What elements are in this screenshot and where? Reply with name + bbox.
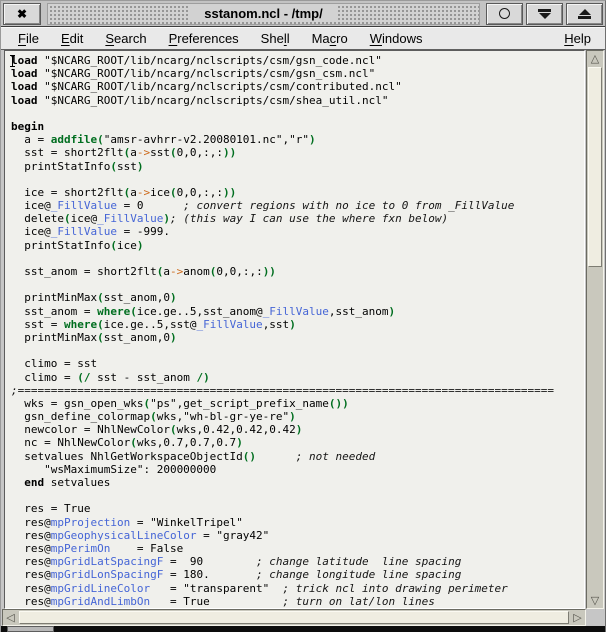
editor-window: ✖ sstanom.ncl - /tmp/ File Edit Search Pref… [0, 0, 606, 632]
code-line: sst_anom = where(ice.ge..5,sst_anom@_Fil… [11, 304, 396, 318]
title-area: sstanom.ncl - /tmp/ [47, 2, 480, 25]
circle-icon [499, 8, 510, 19]
code-line: "wsMaximumSize": 200000000 [11, 462, 217, 476]
scroll-down-button[interactable]: ▽ [587, 593, 603, 608]
code-line: res@mpGridLineColor = "transparent" ; tr… [11, 581, 508, 595]
menu-windows[interactable]: Windows [359, 29, 434, 48]
bottom-scroll-row: ◁ ▷ [1, 609, 605, 626]
code-line: printStatInfo(sst) [11, 159, 144, 173]
triangle-down-icon: ▽ [590, 594, 600, 607]
code-line: res@mpPerimOn = False [11, 541, 184, 555]
code-line: climo = sst [11, 357, 98, 371]
code-line: load "$NCARG_ROOT/lib/ncarg/nclscripts/c… [11, 93, 389, 107]
code-lines: load "$NCARG_ROOT/lib/ncarg/nclscripts/c… [11, 54, 584, 608]
menu-help[interactable]: Help [560, 29, 595, 48]
menu-edit[interactable]: Edit [50, 29, 94, 48]
main-area: load "$NCARG_ROOT/lib/ncarg/nclscripts/c… [1, 50, 605, 609]
code-line: sst_anom = short2flt(a->anom(0,0,:,:)) [11, 265, 276, 278]
code-line: res@mpGeophysicalLineColor = "gray42" [11, 528, 270, 542]
code-line: setvalues NhlGetWorkspaceObjectId() ; no… [11, 449, 376, 463]
vertical-scroll-thumb[interactable] [588, 67, 602, 267]
code-line: newcolor = NhlNewColor(wks,0.42,0.42,0.4… [11, 423, 303, 437]
triangle-left-icon: ◁ [6, 611, 15, 624]
code-line: res@mpGridLonSpacingF = 180. ; change lo… [11, 568, 462, 582]
eject-icon [578, 8, 591, 19]
code-line: climo = (/ sst - sst_anom /) [11, 370, 210, 384]
shade-down-icon [538, 8, 551, 19]
code-line: ice@_FillValue = -999. [11, 225, 170, 239]
scroll-up-button[interactable]: △ [587, 51, 603, 66]
scrollbar-corner [586, 609, 605, 626]
triangle-right-icon: ▷ [573, 611, 582, 624]
text-editor[interactable]: load "$NCARG_ROOT/lib/ncarg/nclscripts/c… [4, 50, 585, 609]
maximize-button[interactable] [566, 2, 603, 25]
triangle-up-icon: △ [590, 52, 600, 65]
resize-grip[interactable] [7, 626, 54, 632]
menu-shell[interactable]: Shell [250, 29, 301, 48]
code-line: res = True [11, 502, 91, 516]
horizontal-scroll-thumb[interactable] [19, 611, 569, 624]
code-line: res@mpGridLatSpacingF = 90 ; change lati… [11, 555, 462, 569]
vertical-scrollbar[interactable]: △ ▽ [586, 50, 604, 609]
code-line: printStatInfo(ice) [11, 238, 144, 252]
horizontal-scroll-trough[interactable] [18, 610, 570, 625]
menu-preferences[interactable]: Preferences [158, 29, 250, 48]
code-line: printMinMax(sst_anom,0) [11, 291, 177, 305]
code-line: load "$NCARG_ROOT/lib/ncarg/nclscripts/c… [11, 80, 402, 94]
menu-search[interactable]: Search [94, 29, 157, 48]
window-title: sstanom.ncl - /tmp/ [190, 5, 337, 22]
code-line: sst = where(ice.ge..5,sst@_FillValue,sst… [11, 317, 296, 331]
code-line: end setvalues [24, 476, 111, 489]
code-line: a = addfile("amsr-avhrr-v2.20080101.nc",… [11, 133, 316, 147]
scroll-right-button[interactable]: ▷ [570, 610, 585, 625]
code-line: res@mpProjection = "WinkelTripel" [11, 515, 243, 529]
close-button[interactable]: ✖ [3, 2, 41, 25]
text-cursor [10, 55, 15, 67]
code-line: ;=======================================… [11, 383, 555, 397]
code-line: gsn_define_colormap(wks,"wh-bl-gr-ye-re"… [11, 410, 296, 424]
scroll-left-button[interactable]: ◁ [3, 610, 18, 625]
code-line: sst = short2flt(a->sst(0,0,:,:)) [11, 146, 237, 160]
bottom-frame [1, 626, 605, 632]
horizontal-scrollbar[interactable]: ◁ ▷ [2, 609, 586, 626]
restore-button[interactable] [486, 2, 523, 25]
code-line: res@mpGridAndLimbOn = True ; turn on lat… [11, 594, 435, 608]
code-line: ice = short2flt(a->ice(0,0,:,:)) [11, 185, 237, 199]
code-line: ice@_FillValue = 0 ; convert regions wit… [11, 199, 515, 213]
code-line: begin [11, 119, 45, 133]
menu-file[interactable]: File [7, 29, 50, 48]
menu-bar: File Edit Search Preferences Shell Macro Windo… [1, 27, 605, 50]
menu-macro[interactable]: Macro [301, 29, 359, 48]
shade-button[interactable] [526, 2, 563, 25]
vertical-scroll-trough[interactable] [587, 66, 603, 593]
close-icon: ✖ [16, 6, 28, 21]
code-line: wks = gsn_open_wks("ps",get_script_prefi… [11, 396, 349, 410]
code-line: load "$NCARG_ROOT/lib/ncarg/nclscripts/c… [11, 54, 382, 67]
menu-items: File Edit Search Preferences Shell Macro Windo… [7, 29, 433, 48]
code-line: load "$NCARG_ROOT/lib/ncarg/nclscripts/c… [11, 67, 376, 81]
code-line: delete(ice@_FillValue); (this way I can … [11, 212, 449, 226]
title-bar[interactable]: ✖ sstanom.ncl - /tmp/ [1, 1, 605, 27]
code-line: printMinMax(sst_anom,0) [11, 330, 177, 344]
code-line: nc = NhlNewColor(wks,0.7,0.7,0.7) [11, 436, 243, 450]
